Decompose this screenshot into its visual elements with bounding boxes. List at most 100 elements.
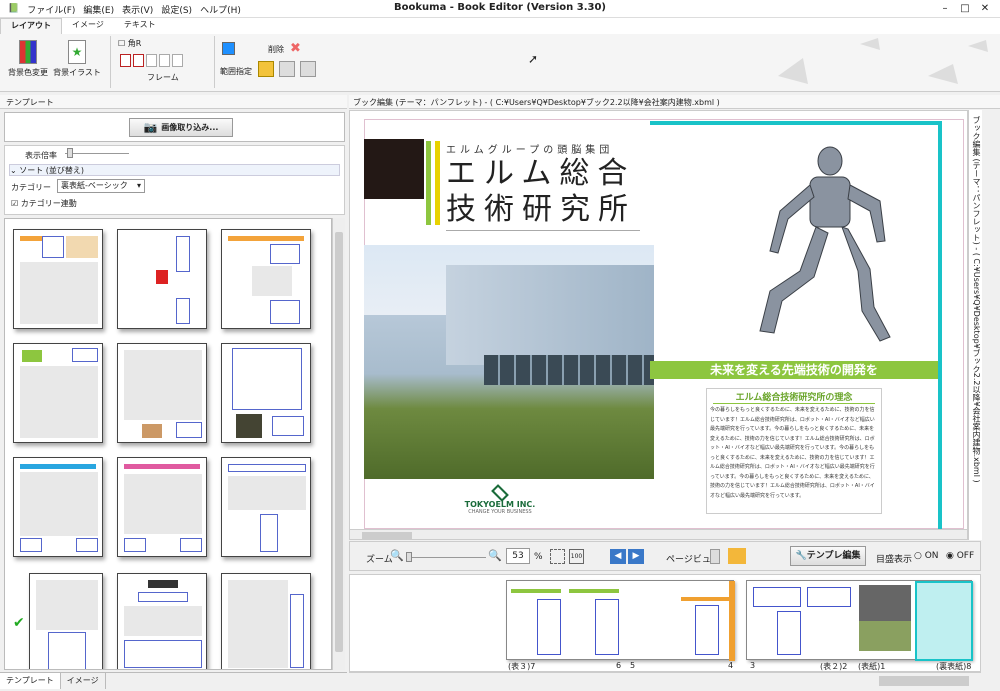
zoom-slider[interactable]: [406, 552, 486, 562]
tab-template[interactable]: テンプレート: [0, 673, 61, 689]
strip-scrollbar[interactable]: [879, 676, 969, 686]
zoom-slider[interactable]: [65, 148, 129, 158]
text-block: エルム総合技術研究所の理念 今の暮らしをもっと良くするために、未来を変えるために…: [706, 388, 882, 514]
check-icon[interactable]: [300, 61, 316, 77]
image-import-button[interactable]: 📷 画像取り込み...: [129, 118, 233, 137]
corner-checkbox[interactable]: ☐ 角R: [118, 38, 141, 49]
zoom-value-input[interactable]: 53: [506, 548, 530, 564]
zoom-label: 表示倍率: [25, 151, 57, 160]
range-label: 範囲指定: [220, 67, 252, 76]
menu-edit[interactable]: 編集(E): [83, 3, 114, 16]
template-thumb[interactable]: [117, 573, 207, 669]
frame-group-label: フレーム: [147, 73, 179, 82]
menu-bar: 📗 ファイル(F) 編集(E) 表示(V) 設定(S) ヘルプ(H): [0, 0, 241, 18]
spread-thumb[interactable]: [506, 580, 735, 661]
corner-label: 角R: [127, 39, 142, 48]
maximize-icon[interactable]: □: [956, 1, 974, 17]
frame-icon[interactable]: [159, 54, 170, 67]
category-value: 裏表紙-ベーシック: [61, 181, 128, 190]
page-title-line2: 技術研究所: [446, 192, 636, 227]
template-edit-label: テンプレ編集: [806, 551, 861, 561]
page-canvas[interactable]: エルムグループの頭脳集団 エルム総合 技術研究所 TOKYOELM INC. C…: [349, 110, 968, 540]
page-thumbnail-strip: (表３)7 6 5 4 3 (表２)2 (表紙)1 (裏表紙)8: [349, 574, 981, 672]
frame-buttons: [120, 54, 185, 70]
fit-page-icon[interactable]: [550, 549, 565, 564]
tab-image[interactable]: イメージ: [62, 18, 114, 34]
menu-help[interactable]: ヘルプ(H): [200, 3, 241, 16]
tab-text[interactable]: テキスト: [114, 18, 166, 34]
edit-icon[interactable]: [279, 61, 295, 77]
canvas-hscrollbar[interactable]: [350, 529, 967, 539]
robot-image: [730, 141, 900, 351]
green-banner: 未来を変える先端技術の開発を: [650, 361, 938, 379]
actual-size-icon[interactable]: 100: [569, 549, 584, 564]
section-title: エルム総合技術研究所の理念: [713, 390, 875, 404]
bg-color-button[interactable]: 背景色変更: [8, 40, 48, 78]
template-edit-button[interactable]: 🔧テンプレ編集: [790, 546, 866, 566]
page-label: (表２)2: [820, 662, 848, 671]
sort-header[interactable]: ⌄ ソート (並び替え): [9, 164, 340, 176]
cyan-top-bar: [650, 121, 940, 125]
book-decoration-icon: [768, 36, 998, 90]
page-label: 5: [630, 661, 636, 670]
template-thumb[interactable]: [13, 229, 103, 329]
minimize-icon[interactable]: –: [936, 1, 954, 17]
bg-illust-button[interactable]: ★ 背景イラスト: [52, 40, 102, 78]
grid-on-radio[interactable]: ○ ON: [914, 551, 939, 561]
delete-icon[interactable]: ✖: [290, 41, 301, 56]
single-page-icon[interactable]: [710, 549, 720, 564]
palette-icon: [19, 40, 37, 64]
edit-icon[interactable]: [258, 61, 274, 77]
prev-arrow-icon[interactable]: ◀: [610, 549, 626, 564]
bg-color-label: 背景色変更: [8, 68, 48, 77]
left-bottom-tabs: テンプレート イメージ: [0, 672, 347, 689]
cyan-right-bar: [938, 121, 942, 531]
frame-icon[interactable]: [120, 54, 131, 67]
page-label: (裏表紙)8: [936, 662, 972, 671]
category-link-checkbox[interactable]: ☑ カテゴリー連動: [11, 198, 77, 209]
logo-sub: CHANGE YOUR BUSINESS: [468, 509, 532, 515]
chevron-down-icon: ⌄: [10, 166, 17, 175]
template-thumb[interactable]: [221, 343, 311, 443]
template-thumb[interactable]: [117, 457, 207, 557]
range-color-icon[interactable]: [222, 42, 235, 55]
template-scrollbar[interactable]: [332, 218, 345, 670]
camera-icon: 📷: [143, 121, 158, 134]
next-arrow-icon[interactable]: ▶: [628, 549, 644, 564]
template-thumb[interactable]: [221, 457, 311, 557]
template-thumb[interactable]: [13, 343, 103, 443]
ribbon: 背景色変更 ★ 背景イラスト ☐ 角R フレーム 範囲指定 削除 ✖ ➚: [0, 34, 1000, 92]
category-select[interactable]: 裏表紙-ベーシック ▾: [57, 179, 145, 193]
close-icon[interactable]: ✕: [976, 1, 994, 17]
zoom-in-icon[interactable]: 🔍: [488, 549, 502, 562]
template-options: 表示倍率 ⌄ ソート (並び替え) カテゴリー 裏表紙-ベーシック ▾ ☑ カテ…: [4, 145, 345, 215]
template-thumb[interactable]: [221, 573, 311, 669]
percent-label: %: [534, 552, 543, 562]
zoom-out-icon[interactable]: 🔍: [390, 549, 404, 562]
template-grid: ✔: [4, 218, 332, 670]
menu-settings[interactable]: 設定(S): [161, 3, 192, 16]
spread-thumb[interactable]: [746, 580, 973, 661]
template-thumb[interactable]: [221, 229, 311, 329]
frame-icon[interactable]: [172, 54, 183, 67]
page-title-line1: エルム総合: [446, 156, 636, 191]
tab-image-list[interactable]: イメージ: [61, 673, 106, 689]
template-thumb[interactable]: [117, 229, 207, 329]
tab-layout[interactable]: レイアウト: [0, 18, 62, 34]
body-text: 今の暮らしをもっと良くするために、未来を変えるために、技術の力を信じています！エ…: [710, 407, 875, 499]
menu-view[interactable]: 表示(V): [122, 3, 153, 16]
template-thumb[interactable]: [117, 343, 207, 443]
checkmark-icon: ✔: [13, 615, 25, 631]
frame-icon[interactable]: [133, 54, 144, 67]
cursor-icon: ➚: [528, 52, 539, 66]
app-icon: 📗: [8, 4, 20, 14]
editor-side-title: ブック編集 (テーマ：パンフレット) - ( C:¥Users¥Q¥Deskto…: [968, 110, 982, 540]
template-panel-header: テンプレート: [0, 95, 347, 109]
menu-file[interactable]: ファイル(F): [27, 3, 75, 16]
building-photo: [364, 245, 654, 479]
template-thumb[interactable]: [13, 457, 103, 557]
book-view-icon[interactable]: [728, 548, 746, 564]
grid-off-radio[interactable]: ◉ OFF: [946, 551, 974, 561]
template-thumb[interactable]: [29, 573, 103, 669]
frame-icon[interactable]: [146, 54, 157, 67]
